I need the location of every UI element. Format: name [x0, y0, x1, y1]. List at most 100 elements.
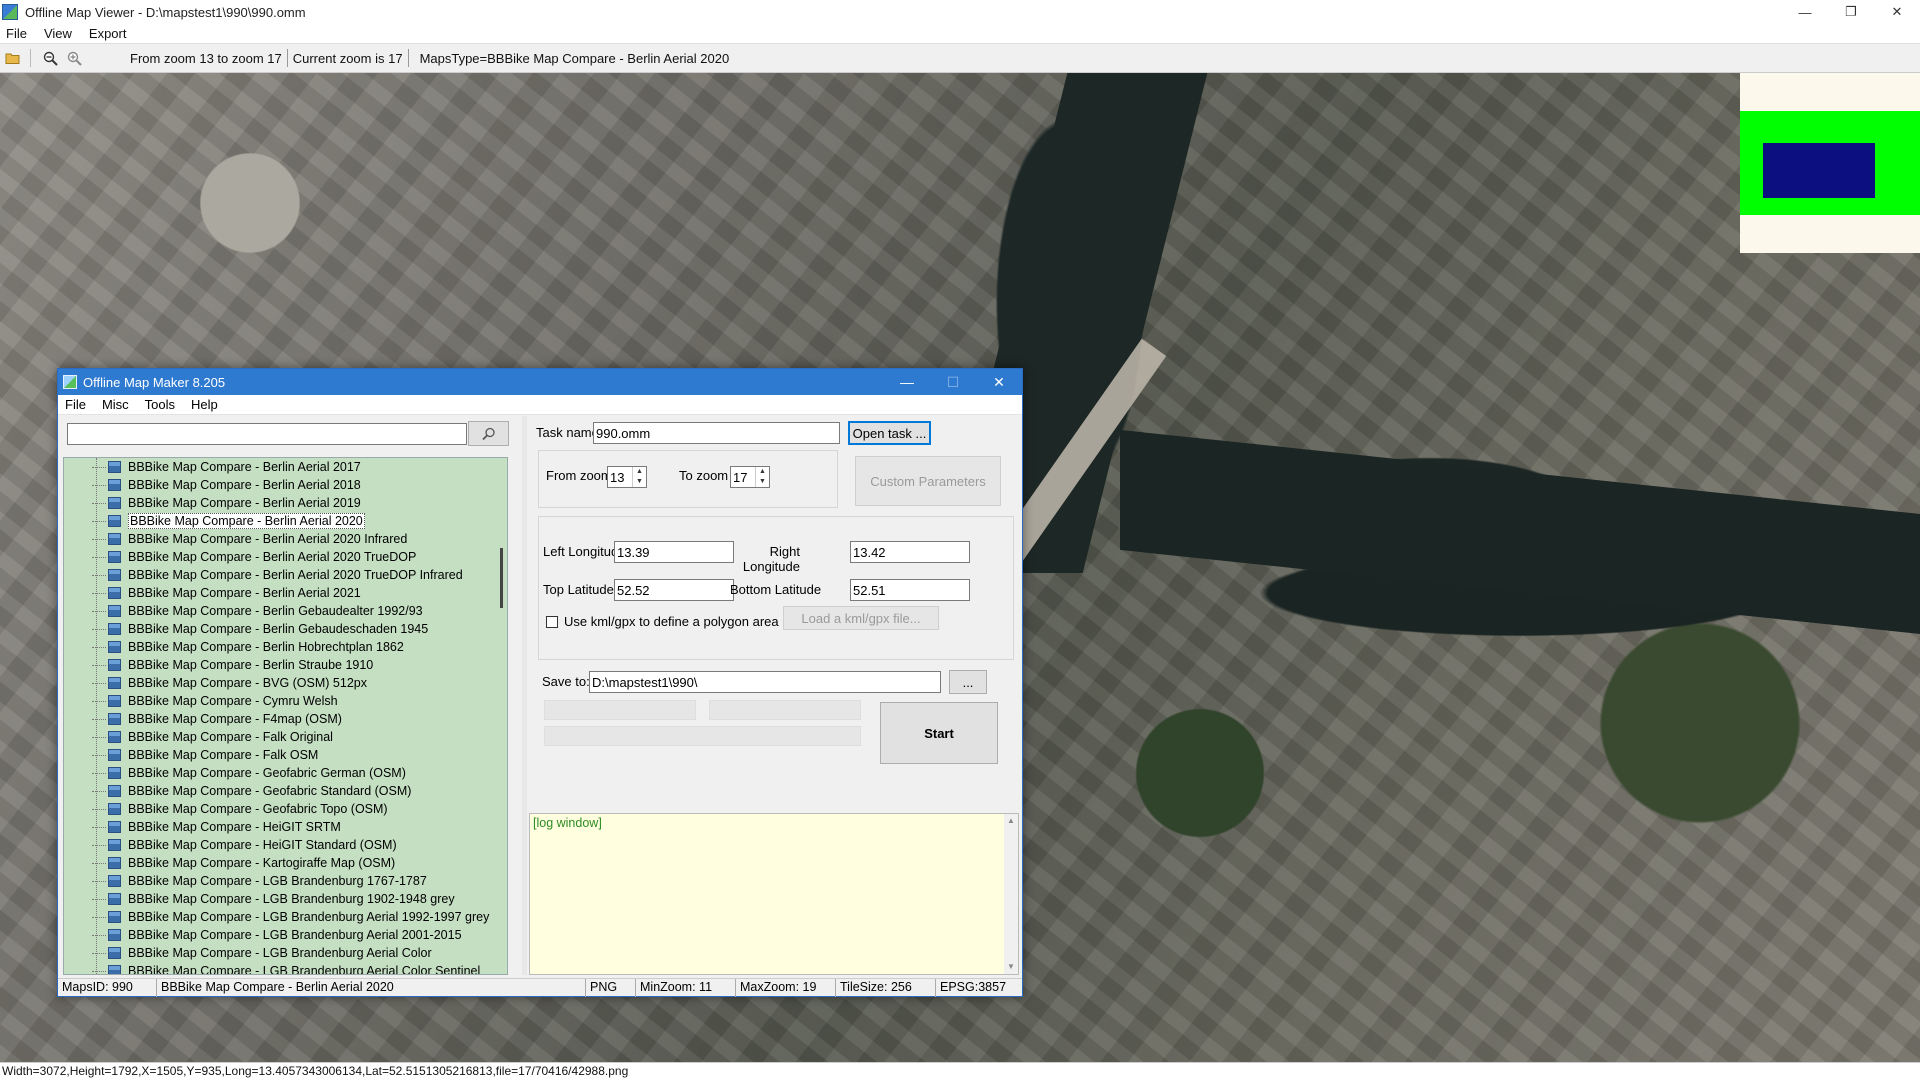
tree-item[interactable]: BBBike Map Compare - Berlin Aerial 2020 — [64, 512, 507, 530]
menu-export[interactable]: Export — [89, 26, 127, 41]
map-layer-icon — [108, 587, 121, 599]
top-latitude-input[interactable]: 52.52 — [614, 579, 734, 601]
tree-item-label: BBBike Map Compare - LGB Brandenburg Aer… — [128, 910, 490, 924]
tree-item[interactable]: BBBike Map Compare - Berlin Gebaudealter… — [64, 602, 507, 620]
browse-button[interactable]: ... — [949, 670, 987, 694]
tree-item[interactable]: BBBike Map Compare - Berlin Aerial 2020 … — [64, 566, 507, 584]
custom-parameters-button[interactable]: Custom Parameters — [855, 456, 1001, 506]
log-window[interactable]: [log window] ▲ ▼ — [529, 813, 1019, 975]
tree-item[interactable]: BBBike Map Compare - Geofabric Standard … — [64, 782, 507, 800]
panel-splitter[interactable] — [522, 416, 527, 975]
map-layer-icon — [108, 461, 121, 473]
tree-item[interactable]: BBBike Map Compare - LGB Brandenburg 190… — [64, 890, 507, 908]
status-tile-size: TileSize: 256 — [836, 978, 936, 997]
close-button[interactable]: ✕ — [1874, 0, 1920, 24]
restore-button[interactable]: ❐ — [1828, 0, 1874, 24]
dialog-close-button[interactable]: ✕ — [976, 369, 1022, 395]
map-layer-icon — [108, 839, 121, 851]
open-folder-icon[interactable] — [2, 47, 24, 69]
tree-item[interactable]: BBBike Map Compare - HeiGIT Standard (OS… — [64, 836, 507, 854]
dialog-menu-help[interactable]: Help — [191, 397, 218, 412]
left-longitude-input[interactable]: 13.39 — [614, 541, 734, 563]
search-button[interactable] — [468, 421, 509, 446]
from-zoom-spinner[interactable]: 13 ▲ ▼ — [607, 466, 647, 488]
tree-item[interactable]: BBBike Map Compare - Kartogiraffe Map (O… — [64, 854, 507, 872]
tree-item[interactable]: BBBike Map Compare - Cymru Welsh — [64, 692, 507, 710]
menu-file[interactable]: File — [6, 26, 27, 41]
map-layer-icon — [108, 479, 121, 491]
map-layer-icon — [108, 497, 121, 509]
tree-item[interactable]: BBBike Map Compare - Berlin Aerial 2020 … — [64, 530, 507, 548]
overview-map[interactable] — [1740, 73, 1920, 253]
map-layer-icon — [108, 965, 121, 974]
tree-item[interactable]: BBBike Map Compare - Geofabric Topo (OSM… — [64, 800, 507, 818]
maps-search-input[interactable] — [67, 423, 467, 445]
dialog-minimize-button[interactable]: — — [884, 369, 930, 395]
offline-map-maker-dialog: Offline Map Maker 8.205 — ☐ ✕ File Misc … — [57, 368, 1023, 997]
zoom-out-icon[interactable] — [39, 47, 61, 69]
tree-item-label: BBBike Map Compare - F4map (OSM) — [128, 712, 342, 726]
tree-item[interactable]: BBBike Map Compare - Berlin Aerial 2020 … — [64, 548, 507, 566]
tree-item[interactable]: BBBike Map Compare - LGB Brandenburg Aer… — [64, 926, 507, 944]
minimize-button[interactable]: — — [1782, 0, 1828, 24]
dialog-menu-file[interactable]: File — [65, 397, 86, 412]
tree-item[interactable]: BBBike Map Compare - Falk Original — [64, 728, 507, 746]
bottom-latitude-input[interactable]: 52.51 — [850, 579, 970, 601]
map-layer-icon — [108, 695, 121, 707]
tree-item-label: BBBike Map Compare - Berlin Aerial 2018 — [128, 478, 361, 492]
tree-item-label: BBBike Map Compare - Berlin Straube 1910 — [128, 658, 374, 672]
tree-item[interactable]: BBBike Map Compare - Berlin Aerial 2018 — [64, 476, 507, 494]
tree-item[interactable]: BBBike Map Compare - Berlin Straube 1910 — [64, 656, 507, 674]
load-kml-button[interactable]: Load a kml/gpx file... — [783, 606, 939, 630]
tree-item[interactable]: BBBike Map Compare - Berlin Hobrechtplan… — [64, 638, 507, 656]
open-task-button[interactable]: Open task ... — [848, 421, 931, 445]
dialog-menubar: File Misc Tools Help — [58, 395, 1022, 415]
zoom-in-icon[interactable] — [63, 47, 85, 69]
map-layer-icon — [108, 641, 121, 653]
toolbar-separator — [30, 49, 31, 67]
from-zoom-up-icon[interactable]: ▲ — [633, 467, 646, 477]
tree-item[interactable]: BBBike Map Compare - Berlin Aerial 2021 — [64, 584, 507, 602]
log-scroll-down-icon[interactable]: ▼ — [1004, 960, 1018, 974]
use-kml-checkbox[interactable] — [546, 616, 558, 628]
tree-item[interactable]: BBBike Map Compare - LGB Brandenburg Aer… — [64, 908, 507, 926]
log-scroll-up-icon[interactable]: ▲ — [1004, 814, 1018, 828]
tree-item-label: BBBike Map Compare - HeiGIT Standard (OS… — [128, 838, 397, 852]
tree-item-label: BBBike Map Compare - Berlin Gebaudealter… — [128, 604, 423, 618]
dialog-titlebar: Offline Map Maker 8.205 — ☐ ✕ — [58, 369, 1022, 395]
start-button[interactable]: Start — [880, 702, 998, 764]
dialog-menu-tools[interactable]: Tools — [145, 397, 175, 412]
tree-item[interactable]: BBBike Map Compare - Falk OSM — [64, 746, 507, 764]
right-longitude-input[interactable]: 13.42 — [850, 541, 970, 563]
tree-item[interactable]: BBBike Map Compare - Berlin Gebaudeschad… — [64, 620, 507, 638]
maps-tree[interactable]: BBBike Map Compare - Berlin Aerial 2017 B… — [63, 457, 508, 975]
tree-item[interactable]: BBBike Map Compare - LGB Brandenburg 176… — [64, 872, 507, 890]
from-zoom-down-icon[interactable]: ▼ — [633, 477, 646, 487]
status-maps-id: MapsID: 990 — [58, 978, 157, 997]
tree-item-label: BBBike Map Compare - Kartogiraffe Map (O… — [128, 856, 396, 870]
task-name-label: Task name — [536, 425, 599, 440]
save-to-input[interactable]: D:\mapstest1\990\ — [589, 671, 941, 693]
tree-item[interactable]: BBBike Map Compare - HeiGIT SRTM — [64, 818, 507, 836]
task-name-input[interactable]: 990.omm — [593, 422, 840, 444]
tree-item[interactable]: BBBike Map Compare - Berlin Aerial 2019 — [64, 494, 507, 512]
main-menubar: File View Export — [0, 24, 1920, 43]
log-scrollbar[interactable]: ▲ ▼ — [1004, 814, 1018, 974]
menu-view[interactable]: View — [44, 26, 72, 41]
tree-item[interactable]: BBBike Map Compare - Berlin Aerial 2017 — [64, 458, 507, 476]
tree-item[interactable]: BBBike Map Compare - LGB Brandenburg Aer… — [64, 962, 507, 974]
tree-scrollbar[interactable] — [495, 458, 507, 974]
tree-scrollbar-thumb[interactable] — [500, 548, 503, 608]
dialog-title: Offline Map Maker 8.205 — [83, 374, 226, 390]
overview-viewport[interactable] — [1763, 143, 1875, 198]
tree-item[interactable]: BBBike Map Compare - LGB Brandenburg Aer… — [64, 944, 507, 962]
to-zoom-up-icon[interactable]: ▲ — [756, 467, 769, 477]
to-zoom-down-icon[interactable]: ▼ — [756, 477, 769, 487]
tree-item[interactable]: BBBike Map Compare - F4map (OSM) — [64, 710, 507, 728]
tree-item[interactable]: BBBike Map Compare - Geofabric German (O… — [64, 764, 507, 782]
to-zoom-spinner[interactable]: 17 ▲ ▼ — [730, 466, 770, 488]
map-layer-icon — [108, 767, 121, 779]
tree-item[interactable]: BBBike Map Compare - BVG (OSM) 512px — [64, 674, 507, 692]
magnifier-icon — [481, 427, 495, 440]
dialog-menu-misc[interactable]: Misc — [102, 397, 129, 412]
